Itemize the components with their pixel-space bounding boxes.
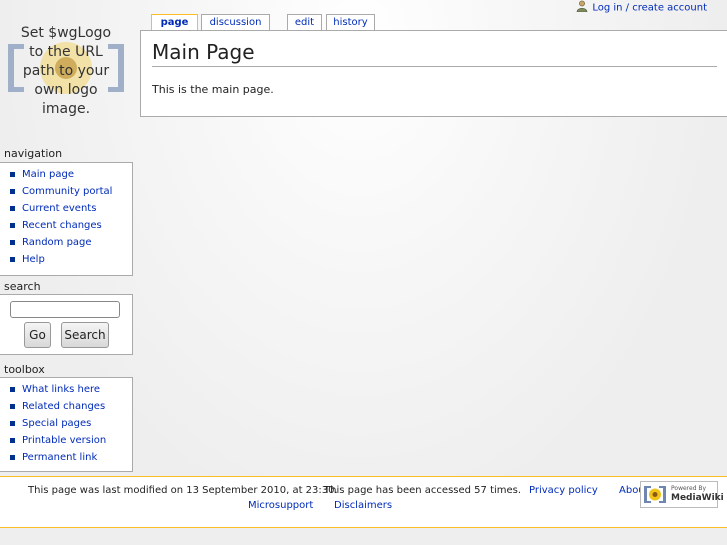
- bullet-icon: [10, 455, 15, 460]
- bullet-icon: [10, 438, 15, 443]
- personal-tools: Log in / create account: [576, 0, 707, 15]
- toolbox-item-permanent-link[interactable]: Permanent link: [0, 449, 132, 466]
- nav-item-community-portal[interactable]: Community portal: [0, 183, 132, 200]
- toolbox-list: What links here Related changes Special …: [0, 381, 132, 466]
- navigation-title: navigation: [4, 147, 63, 160]
- navigation-portlet: Main page Community portal Current event…: [0, 162, 133, 276]
- powered-by-label: Powered By: [671, 485, 707, 492]
- toolbox-title: toolbox: [4, 363, 45, 376]
- nav-item-recent-changes[interactable]: Recent changes: [0, 217, 132, 234]
- tab-discussion-label[interactable]: discussion: [210, 17, 262, 28]
- nav-item-help[interactable]: Help: [0, 251, 132, 268]
- nav-item-main-page[interactable]: Main page: [0, 166, 132, 183]
- nav-link[interactable]: Random page: [22, 237, 92, 248]
- powered-by-mediawiki-badge[interactable]: Powered By MediaWiki: [640, 481, 724, 508]
- tab-discussion[interactable]: discussion: [201, 14, 270, 31]
- nav-link[interactable]: Current events: [22, 203, 96, 214]
- bullet-icon: [10, 240, 15, 245]
- bullet-icon: [10, 421, 15, 426]
- bullet-icon: [10, 223, 15, 228]
- logo-placeholder-text: Set $wgLogo to the URL path to your own …: [4, 24, 128, 119]
- search-title: search: [4, 280, 41, 293]
- bullet-icon: [10, 257, 15, 262]
- mediawiki-label: MediaWiki: [671, 493, 724, 503]
- microsupport-link[interactable]: Microsupport: [248, 500, 313, 511]
- login-link[interactable]: Log in / create account: [592, 3, 707, 14]
- toolbox-portlet: What links here Related changes Special …: [0, 377, 133, 472]
- logo-text-line: image.: [41, 101, 91, 117]
- logo-text-line: path to your: [22, 63, 110, 79]
- go-button[interactable]: Go: [24, 322, 51, 348]
- user-icon: [576, 0, 588, 15]
- toolbox-item-printable-version[interactable]: Printable version: [0, 432, 132, 449]
- nav-item-current-events[interactable]: Current events: [0, 200, 132, 217]
- nav-link[interactable]: Community portal: [22, 186, 112, 197]
- bullet-icon: [10, 172, 15, 177]
- bullet-icon: [10, 404, 15, 409]
- nav-link[interactable]: Help: [22, 254, 45, 265]
- footer-last-modified: This page was last modified on 13 Septem…: [28, 485, 338, 496]
- search-button[interactable]: Search: [61, 322, 109, 348]
- search-input[interactable]: [10, 301, 120, 318]
- disclaimers-link[interactable]: Disclaimers: [334, 500, 392, 511]
- toolbox-item-special-pages[interactable]: Special pages: [0, 415, 132, 432]
- tab-page-label[interactable]: page: [161, 17, 189, 28]
- toolbox-link[interactable]: Related changes: [22, 401, 105, 412]
- navigation-list: Main page Community portal Current event…: [0, 166, 132, 268]
- tab-edit-label[interactable]: edit: [295, 17, 314, 28]
- tab-history-label[interactable]: history: [333, 17, 367, 28]
- bullet-icon: [10, 387, 15, 392]
- bullet-icon: [10, 206, 15, 211]
- page-body-text: This is the main page.: [152, 83, 274, 96]
- toolbox-link[interactable]: What links here: [22, 384, 100, 395]
- tab-edit[interactable]: edit: [287, 14, 322, 31]
- tab-history[interactable]: history: [326, 14, 375, 31]
- nav-item-random-page[interactable]: Random page: [0, 234, 132, 251]
- site-logo[interactable]: Set $wgLogo to the URL path to your own …: [0, 0, 133, 130]
- logo-text-line: to the URL: [29, 44, 103, 60]
- page-title: Main Page: [152, 40, 717, 67]
- logo-text-line: own logo: [34, 82, 98, 98]
- toolbox-link[interactable]: Permanent link: [22, 452, 97, 463]
- toolbox-link[interactable]: Special pages: [22, 418, 91, 429]
- toolbox-item-what-links-here[interactable]: What links here: [0, 381, 132, 398]
- search-portlet: Go Search: [0, 294, 133, 355]
- bullet-icon: [10, 189, 15, 194]
- toolbox-link[interactable]: Printable version: [22, 435, 106, 446]
- footer-view-count: This page has been accessed 57 times.: [324, 485, 522, 496]
- toolbox-item-related-changes[interactable]: Related changes: [0, 398, 132, 415]
- logo-text-line: Set $wgLogo: [20, 25, 112, 41]
- footer: This page was last modified on 13 Septem…: [0, 476, 727, 528]
- privacy-policy-link[interactable]: Privacy policy: [529, 485, 598, 496]
- content-area: Main Page This is the main page.: [140, 30, 727, 117]
- nav-link[interactable]: Recent changes: [22, 220, 102, 231]
- nav-link[interactable]: Main page: [22, 169, 74, 180]
